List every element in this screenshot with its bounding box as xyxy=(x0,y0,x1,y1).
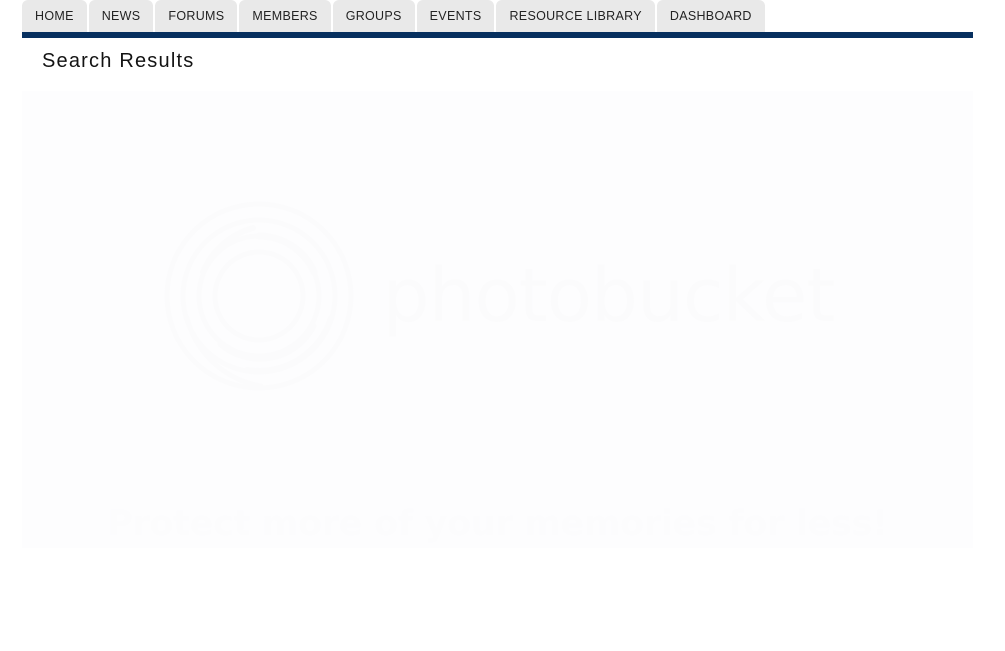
nav-tab-label: MEMBERS xyxy=(252,8,318,23)
nav-tab-list: HOME NEWS FORUMS MEMBERS GROUPS EVENTS RESOURC… xyxy=(22,0,765,32)
page-root: HOME NEWS FORUMS MEMBERS GROUPS EVENTS RESOURC… xyxy=(0,0,1005,651)
nav-tab-dashboard[interactable]: DASHBOARD xyxy=(656,0,765,32)
nav-tab-label: HOME xyxy=(35,8,74,23)
nav-tab-events[interactable]: EVENTS xyxy=(416,0,495,32)
photobucket-spiral-icon xyxy=(161,198,357,394)
page-title: Search Results xyxy=(42,50,195,72)
nav-tab-label: GROUPS xyxy=(345,8,402,23)
nav-tab-label: NEWS xyxy=(101,8,141,23)
content-panel: Search Results photobucket Protect more … xyxy=(22,38,973,651)
photobucket-hero: photobucket xyxy=(22,91,973,491)
nav-tab-forums[interactable]: FORUMS xyxy=(155,0,238,32)
primary-navigation: HOME NEWS FORUMS MEMBERS GROUPS EVENTS RESOURC… xyxy=(0,0,1005,38)
photobucket-placeholder-image: photobucket Protect more of your memorie… xyxy=(22,91,973,548)
nav-tab-label: DASHBOARD xyxy=(669,8,752,23)
nav-tab-groups[interactable]: GROUPS xyxy=(332,0,415,32)
nav-tab-label: EVENTS xyxy=(429,8,482,23)
nav-tab-resource-library[interactable]: RESOURCE LIBRARY xyxy=(496,0,655,32)
nav-tab-label: FORUMS xyxy=(168,8,225,23)
photobucket-wordmark: photobucket xyxy=(382,253,836,339)
nav-tab-members[interactable]: MEMBERS xyxy=(239,0,331,32)
nav-tab-news[interactable]: NEWS xyxy=(88,0,154,32)
nav-tab-home[interactable]: HOME xyxy=(22,0,87,32)
photobucket-logo-row: photobucket xyxy=(22,196,973,396)
nav-tab-label: RESOURCE LIBRARY xyxy=(509,8,642,23)
photobucket-tagline: Protect more of your memories for less! xyxy=(107,504,888,544)
